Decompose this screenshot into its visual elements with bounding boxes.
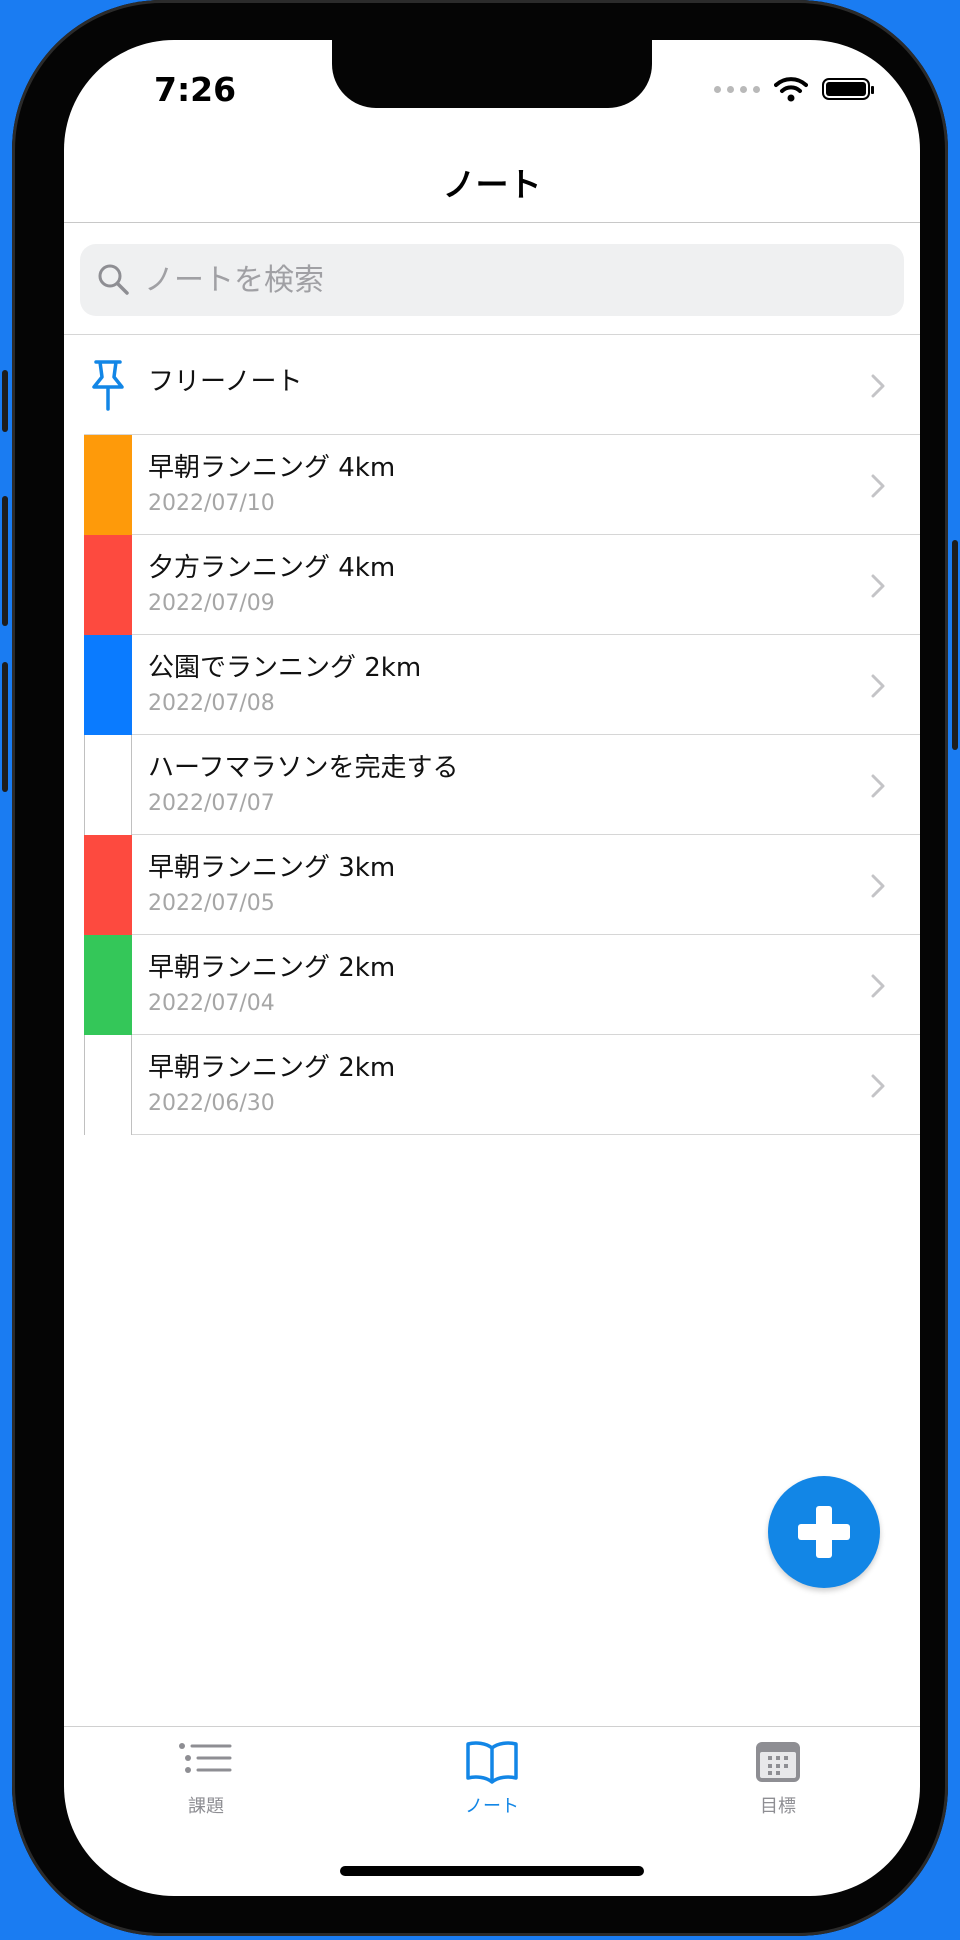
phone-frame: 7:26 ノート ノートを検索 フリーノート 早朝ランニング 4km 2022/… bbox=[2, 0, 958, 1936]
note-title: 公園でランニング 2km bbox=[148, 653, 422, 683]
note-color-swatch bbox=[84, 735, 132, 835]
note-row[interactable]: ハーフマラソンを完走する 2022/07/07 bbox=[84, 735, 920, 835]
add-note-button[interactable] bbox=[768, 1476, 880, 1588]
tab-bar-divider bbox=[64, 1726, 920, 1727]
notch bbox=[332, 40, 652, 108]
note-title: 早朝ランニング 3km bbox=[148, 853, 396, 883]
note-row[interactable]: 夕方ランニング 4km 2022/07/09 bbox=[84, 535, 920, 635]
notes-list: フリーノート 早朝ランニング 4km 2022/07/10 夕方ランニング 4k… bbox=[84, 335, 920, 1135]
note-color-swatch bbox=[84, 935, 132, 1035]
list-item-free-note[interactable]: フリーノート bbox=[84, 335, 920, 435]
tab-tasks[interactable]: 課題 bbox=[106, 1740, 306, 1818]
status-icons bbox=[714, 76, 874, 102]
note-color-swatch bbox=[84, 835, 132, 935]
note-color-swatch bbox=[84, 435, 132, 535]
note-title: 早朝ランニング 2km bbox=[148, 953, 396, 983]
chevron-right-icon bbox=[871, 474, 885, 498]
note-title: 早朝ランニング 2km bbox=[148, 1053, 396, 1083]
page-title: ノート bbox=[442, 165, 542, 204]
signal-dots-icon bbox=[714, 85, 760, 93]
note-title: 夕方ランニング 4km bbox=[148, 553, 396, 583]
calendar-icon bbox=[756, 1742, 800, 1782]
chevron-right-icon bbox=[871, 1074, 885, 1098]
note-date: 2022/07/09 bbox=[148, 591, 275, 616]
battery-icon bbox=[822, 78, 874, 100]
note-date: 2022/07/08 bbox=[148, 691, 275, 716]
note-row[interactable]: 早朝ランニング 2km 2022/07/04 bbox=[84, 935, 920, 1035]
note-color-swatch bbox=[84, 535, 132, 635]
free-note-label: フリーノート bbox=[148, 367, 303, 397]
note-date: 2022/07/04 bbox=[148, 991, 275, 1016]
tab-goals[interactable]: 目標 bbox=[678, 1740, 878, 1818]
nav-divider bbox=[64, 222, 920, 223]
plus-icon bbox=[798, 1506, 850, 1558]
chevron-right-icon bbox=[871, 874, 885, 898]
tab-label: 課題 bbox=[188, 1796, 224, 1817]
chevron-right-icon bbox=[871, 974, 885, 998]
note-row[interactable]: 早朝ランニング 4km 2022/07/10 bbox=[84, 435, 920, 535]
search-icon bbox=[98, 264, 129, 295]
screen: 7:26 ノート ノートを検索 フリーノート 早朝ランニング 4km 2022/… bbox=[64, 40, 920, 1896]
note-date: 2022/07/05 bbox=[148, 891, 275, 916]
note-color-swatch bbox=[84, 1035, 132, 1135]
note-title: ハーフマラソンを完走する bbox=[148, 753, 459, 783]
book-icon bbox=[466, 1741, 518, 1784]
tab-label: 目標 bbox=[760, 1796, 796, 1817]
wifi-icon bbox=[774, 77, 808, 102]
volume-up-button bbox=[2, 496, 8, 626]
home-indicator[interactable] bbox=[340, 1866, 644, 1876]
note-row[interactable]: 早朝ランニング 2km 2022/06/30 bbox=[84, 1035, 920, 1135]
chevron-right-icon bbox=[871, 774, 885, 798]
search-input[interactable] bbox=[142, 261, 846, 299]
note-row[interactable]: 公園でランニング 2km 2022/07/08 bbox=[84, 635, 920, 735]
chevron-right-icon bbox=[871, 674, 885, 698]
note-title: 早朝ランニング 4km bbox=[148, 453, 396, 483]
note-date: 2022/07/10 bbox=[148, 491, 275, 516]
chevron-right-icon bbox=[871, 374, 885, 398]
search-bar[interactable] bbox=[80, 244, 904, 316]
volume-down-button bbox=[2, 662, 8, 792]
tab-label: ノート bbox=[465, 1796, 519, 1817]
status-time: 7:26 bbox=[154, 70, 237, 109]
list-icon bbox=[179, 1743, 232, 1773]
mute-switch bbox=[2, 370, 8, 432]
tab-notes[interactable]: ノート bbox=[392, 1740, 592, 1818]
note-date: 2022/07/07 bbox=[148, 791, 275, 816]
chevron-right-icon bbox=[871, 574, 885, 598]
note-color-swatch bbox=[84, 635, 132, 735]
pin-icon bbox=[92, 360, 124, 411]
note-row[interactable]: 早朝ランニング 3km 2022/07/05 bbox=[84, 835, 920, 935]
power-button bbox=[952, 540, 958, 750]
note-date: 2022/06/30 bbox=[148, 1091, 275, 1116]
